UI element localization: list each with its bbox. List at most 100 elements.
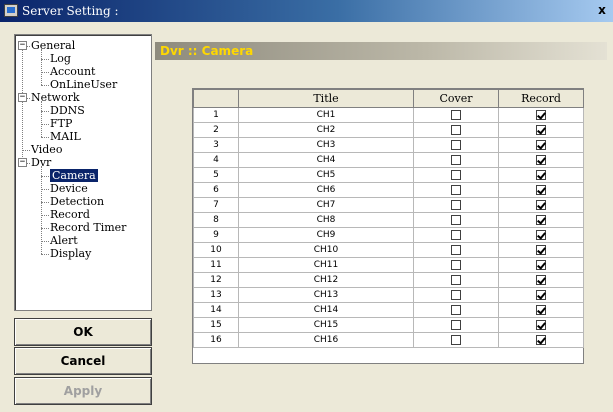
channel-title-cell[interactable]: CH12 xyxy=(238,272,414,288)
tree-item-dvr[interactable]: Dvr xyxy=(31,156,51,169)
cover-checkbox[interactable] xyxy=(451,154,461,165)
cover-checkbox[interactable] xyxy=(451,334,461,345)
cover-checkbox[interactable] xyxy=(451,244,461,255)
channel-title-cell[interactable]: CH8 xyxy=(238,212,414,228)
tree-connector-line xyxy=(41,202,49,203)
record-checkbox[interactable] xyxy=(536,229,546,240)
tree-item-device[interactable]: Device xyxy=(50,182,88,195)
ok-button[interactable]: OK xyxy=(14,318,152,346)
tree-item-network[interactable]: Network xyxy=(31,91,80,104)
tree-item-label: Camera xyxy=(50,169,98,182)
cover-checkbox[interactable] xyxy=(451,229,461,240)
record-checkbox[interactable] xyxy=(536,199,546,210)
record-checkbox[interactable] xyxy=(536,139,546,150)
cover-checkbox[interactable] xyxy=(451,124,461,135)
cover-checkbox[interactable] xyxy=(451,259,461,270)
tree-item-label: Display xyxy=(50,247,92,260)
cover-checkbox[interactable] xyxy=(451,169,461,180)
cover-checkbox[interactable] xyxy=(451,184,461,195)
tree-item-alert[interactable]: Alert xyxy=(50,234,78,247)
cover-checkbox[interactable] xyxy=(451,319,461,330)
cover-checkbox[interactable] xyxy=(451,109,461,120)
tree-item-mail[interactable]: MAIL xyxy=(50,130,81,143)
channel-title-cell[interactable]: CH13 xyxy=(238,287,414,303)
record-checkbox[interactable] xyxy=(536,244,546,255)
table-row: 15 CH15 xyxy=(193,317,584,333)
row-number: 2 xyxy=(193,122,239,138)
record-checkbox[interactable] xyxy=(536,214,546,225)
channel-title-cell[interactable]: CH16 xyxy=(238,332,414,348)
cover-checkbox[interactable] xyxy=(451,274,461,285)
channel-title-cell[interactable]: CH6 xyxy=(238,182,414,198)
channel-title-cell[interactable]: CH9 xyxy=(238,227,414,243)
channel-title-cell[interactable]: CH10 xyxy=(238,242,414,258)
tree-item-onlineuser[interactable]: OnLineUser xyxy=(50,78,117,91)
tree-expander-icon[interactable]: − xyxy=(18,41,27,50)
settings-tree[interactable]: − General Log Account OnLineUser − Network DDNS… xyxy=(14,34,152,311)
channel-title-cell[interactable]: CH15 xyxy=(238,317,414,333)
tree-item-general[interactable]: General xyxy=(31,39,75,52)
tree-connector-line xyxy=(27,98,30,99)
table-row: 3 CH3 xyxy=(193,137,584,153)
cover-cell xyxy=(413,332,499,348)
row-number: 11 xyxy=(193,257,239,273)
cover-checkbox[interactable] xyxy=(451,139,461,150)
record-checkbox[interactable] xyxy=(536,109,546,120)
cancel-button[interactable]: Cancel xyxy=(14,347,152,375)
tree-item-account[interactable]: Account xyxy=(50,65,95,78)
channel-title-cell[interactable]: CH5 xyxy=(238,167,414,183)
tree-item-ddns[interactable]: DDNS xyxy=(50,104,85,117)
cover-cell xyxy=(413,167,499,183)
record-checkbox[interactable] xyxy=(536,304,546,315)
record-checkbox[interactable] xyxy=(536,169,546,180)
tree-connector-line xyxy=(41,101,42,137)
cover-checkbox[interactable] xyxy=(451,214,461,225)
channel-title-cell[interactable]: CH14 xyxy=(238,302,414,318)
channel-title-cell[interactable]: CH1 xyxy=(238,107,414,123)
channel-title-cell[interactable]: CH3 xyxy=(238,137,414,153)
record-checkbox[interactable] xyxy=(536,154,546,165)
channel-title-cell[interactable]: CH2 xyxy=(238,122,414,138)
tree-connector-line xyxy=(27,46,30,47)
tree-item-camera[interactable]: Camera xyxy=(50,169,98,182)
tree-item-display[interactable]: Display xyxy=(50,247,91,260)
close-icon[interactable]: x xyxy=(594,3,610,19)
tree-item-log[interactable]: Log xyxy=(50,52,71,65)
tree-item-ftp[interactable]: FTP xyxy=(50,117,72,130)
apply-button[interactable]: Apply xyxy=(14,377,152,405)
tree-connector-line xyxy=(22,150,30,151)
record-cell xyxy=(498,137,584,153)
record-checkbox[interactable] xyxy=(536,124,546,135)
title-bar[interactable]: Server Setting : x xyxy=(0,0,613,22)
tree-expander-icon[interactable]: − xyxy=(18,93,27,102)
record-checkbox[interactable] xyxy=(536,274,546,285)
record-checkbox[interactable] xyxy=(536,259,546,270)
record-checkbox[interactable] xyxy=(536,289,546,300)
record-cell xyxy=(498,302,584,318)
record-cell xyxy=(498,122,584,138)
cover-cell xyxy=(413,257,499,273)
window-title: Server Setting : xyxy=(22,4,119,18)
cover-checkbox[interactable] xyxy=(451,199,461,210)
record-checkbox[interactable] xyxy=(536,334,546,345)
tree-item-record-timer[interactable]: Record Timer xyxy=(50,221,126,234)
section-title: Dvr :: Camera xyxy=(160,44,254,58)
tree-item-record[interactable]: Record xyxy=(50,208,90,221)
section-heading: Dvr :: Camera xyxy=(155,42,607,60)
channel-title-cell[interactable]: CH4 xyxy=(238,152,414,168)
cover-checkbox[interactable] xyxy=(451,289,461,300)
tree-expander-icon[interactable]: − xyxy=(18,158,27,167)
record-cell xyxy=(498,152,584,168)
tree-item-detection[interactable]: Detection xyxy=(50,195,104,208)
camera-table: Title Cover Record 1 CH1 2 CH2 3 CH3 4 CH4 5 CH5 6… xyxy=(192,88,584,364)
record-cell xyxy=(498,227,584,243)
channel-title-cell[interactable]: CH7 xyxy=(238,197,414,213)
record-checkbox[interactable] xyxy=(536,319,546,330)
record-checkbox[interactable] xyxy=(536,184,546,195)
channel-title-cell[interactable]: CH11 xyxy=(238,257,414,273)
tree-item-video[interactable]: Video xyxy=(31,143,62,156)
table-row: 14 CH14 xyxy=(193,302,584,318)
table-row: 7 CH7 xyxy=(193,197,584,213)
cover-cell xyxy=(413,287,499,303)
cover-checkbox[interactable] xyxy=(451,304,461,315)
